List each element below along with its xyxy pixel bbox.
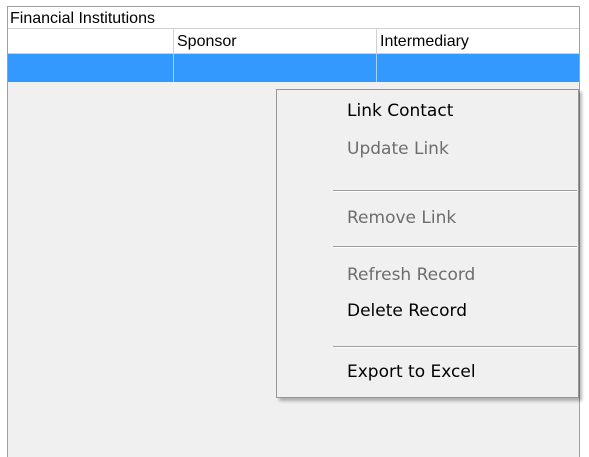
- menu-item-label: Delete Record: [347, 301, 467, 321]
- selected-table-row[interactable]: [8, 54, 579, 82]
- table-cell[interactable]: [8, 54, 173, 82]
- menu-item-link-contact[interactable]: Link Contact: [279, 94, 576, 128]
- menu-item-refresh-record[interactable]: Refresh Record: [279, 258, 576, 292]
- menu-item-label: Remove Link: [347, 208, 457, 228]
- menu-item-label: Refresh Record: [347, 265, 476, 285]
- context-menu: Link Contact Update Link Remove Link Ref…: [276, 89, 579, 398]
- menu-separator: [333, 346, 577, 348]
- menu-item-delete-record[interactable]: Delete Record: [279, 294, 576, 328]
- menu-item-remove-link[interactable]: Remove Link: [279, 201, 576, 235]
- column-header-first[interactable]: [8, 29, 173, 54]
- menu-item-update-link[interactable]: Update Link: [279, 132, 576, 166]
- column-header-label: Sponsor: [177, 33, 237, 50]
- column-header-intermediary[interactable]: Intermediary: [376, 29, 581, 54]
- menu-item-export-to-excel[interactable]: Export to Excel: [279, 355, 576, 389]
- menu-separator: [333, 246, 577, 248]
- window-root: Financial Institutions Sponsor Intermedi…: [0, 0, 589, 457]
- menu-item-label: Update Link: [347, 139, 449, 159]
- column-header-sponsor[interactable]: Sponsor: [173, 29, 376, 54]
- column-header-label: Intermediary: [380, 33, 469, 50]
- menu-item-label: Link Contact: [347, 101, 454, 121]
- menu-item-label: Export to Excel: [347, 362, 476, 382]
- table-cell[interactable]: [376, 54, 581, 82]
- menu-separator: [333, 190, 577, 192]
- column-header-row: Sponsor Intermediary: [8, 29, 579, 54]
- band-header: Financial Institutions: [8, 7, 579, 29]
- table-cell[interactable]: [173, 54, 376, 82]
- band-title: Financial Institutions: [10, 10, 155, 27]
